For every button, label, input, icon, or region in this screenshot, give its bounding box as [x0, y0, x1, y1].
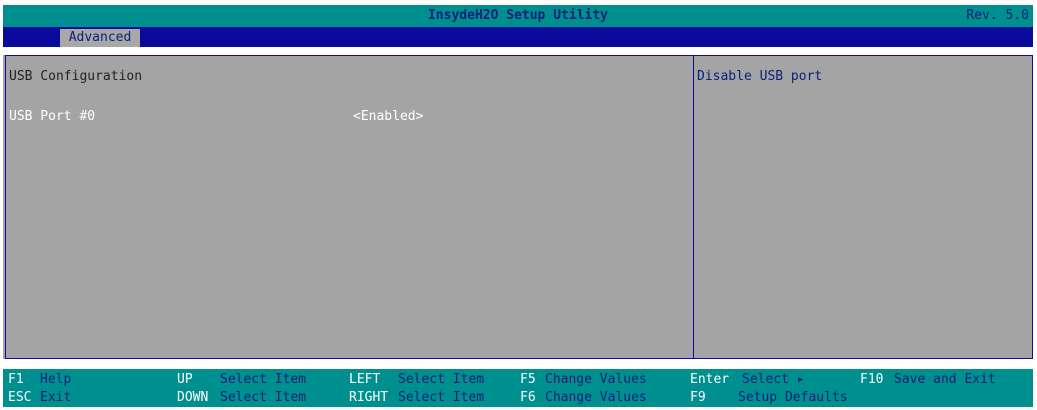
action-exit: Exit	[40, 390, 72, 405]
key-left: LEFT	[349, 372, 381, 387]
footer-keybar: F1 Help UP Select Item LEFT Select Item …	[3, 369, 1033, 407]
action-select-submenu: Select ▸	[742, 372, 805, 387]
section-title: USB Configuration	[9, 69, 143, 84]
key-f6: F6	[520, 390, 536, 405]
main-area: USB Configuration USB Port #0 <Enabled> …	[3, 55, 1033, 359]
key-enter: Enter	[690, 372, 730, 387]
settings-panel: USB Configuration USB Port #0 <Enabled>	[5, 55, 694, 359]
help-text: Disable USB port	[697, 69, 823, 84]
key-f9: F9	[690, 390, 706, 405]
action-select-item-left: Select Item	[398, 372, 485, 387]
app-title: InsydeH2O Setup Utility	[427, 8, 608, 23]
action-help: Help	[40, 372, 72, 387]
key-esc: ESC	[8, 390, 32, 405]
action-save-and-exit: Save and Exit	[894, 372, 996, 387]
action-select-item-down: Select Item	[220, 390, 307, 405]
key-f10: F10	[860, 372, 884, 387]
key-down: DOWN	[177, 390, 209, 405]
action-select-item-up: Select Item	[220, 372, 307, 387]
tab-bar: Advanced	[3, 27, 1033, 47]
usb-port-0-label[interactable]: USB Port #0	[9, 109, 95, 124]
key-f1: F1	[8, 372, 24, 387]
title-bar: InsydeH2O Setup Utility Rev. 5.0	[3, 5, 1033, 27]
help-panel: Disable USB port	[693, 55, 1033, 359]
key-up: UP	[177, 372, 193, 387]
key-right: RIGHT	[349, 390, 389, 405]
key-f5: F5	[520, 372, 536, 387]
revision-label: Rev. 5.0	[966, 8, 1029, 23]
action-change-values-f6: Change Values	[545, 390, 647, 405]
usb-port-0-value[interactable]: <Enabled>	[353, 109, 423, 124]
action-setup-defaults: Setup Defaults	[738, 390, 848, 405]
action-change-values-f5: Change Values	[545, 372, 647, 387]
action-select-item-right: Select Item	[398, 390, 485, 405]
tab-advanced[interactable]: Advanced	[60, 29, 140, 47]
